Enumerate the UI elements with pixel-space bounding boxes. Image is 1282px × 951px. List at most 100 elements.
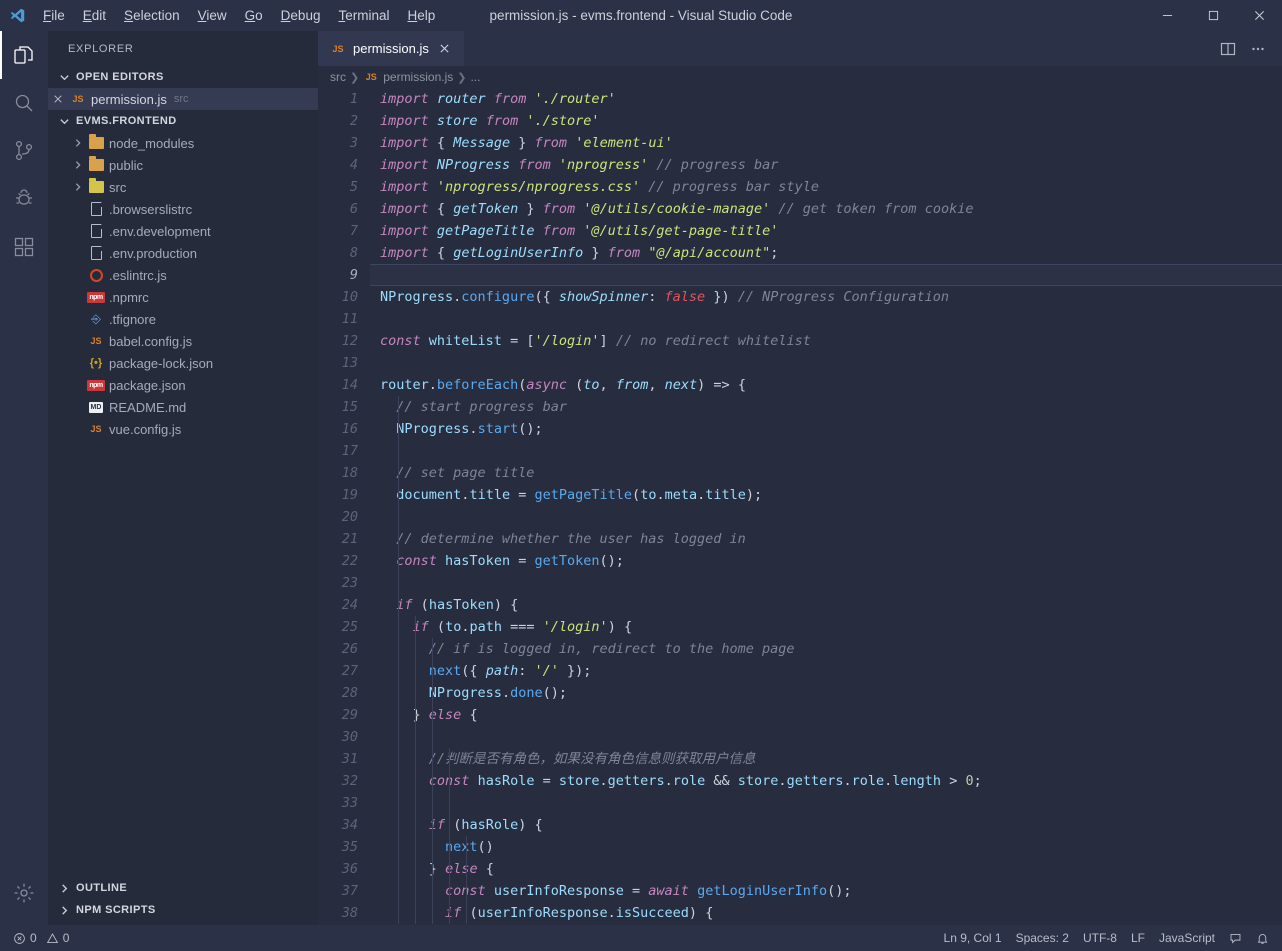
activity-run-debug[interactable] [0,175,48,223]
code-line[interactable]: if (userInfoResponse.isSucceed) { [370,902,1282,924]
tree-file[interactable]: .env.development [48,220,318,242]
section-npm-scripts[interactable]: NPM SCRIPTS [48,899,318,921]
code-line[interactable] [370,264,1282,286]
minimize-button[interactable] [1144,0,1190,31]
code-line[interactable]: import store from './store' [370,110,1282,132]
tree-file[interactable]: npm package.json [48,374,318,396]
line-number: 17 [341,443,358,459]
code-line[interactable] [370,792,1282,814]
code-line[interactable]: //判断是否有角色，如果没有角色信息则获取用户信息 [370,748,1282,770]
menu-terminal[interactable]: Terminal [329,4,398,27]
tree-file[interactable]: npm .npmrc [48,286,318,308]
menu-debug[interactable]: Debug [272,4,330,27]
tree-file[interactable]: .browserslistrc [48,198,318,220]
code-line[interactable]: if (hasRole) { [370,814,1282,836]
code-line[interactable]: document.title = getPageTitle(to.meta.ti… [370,484,1282,506]
code-line[interactable]: // set page title [370,462,1282,484]
breadcrumb-src[interactable]: src [330,70,346,84]
indent-guide [449,748,450,924]
tree-file[interactable]: JS babel.config.js [48,330,318,352]
tree-file[interactable]: MD README.md [48,396,318,418]
status-problems[interactable]: 0 0 [6,925,76,951]
code-line[interactable] [370,440,1282,462]
code-line[interactable]: if (to.path === '/login') { [370,616,1282,638]
code-line[interactable]: // determine whether the user has logged… [370,528,1282,550]
breadcrumb-file[interactable]: permission.js [383,70,453,84]
activity-search[interactable] [0,79,48,127]
status-eol[interactable]: LF [1124,925,1152,951]
breadcrumb-symbols[interactable]: ... [470,70,480,84]
code-line[interactable]: NProgress.configure({ showSpinner: false… [370,286,1282,308]
tree-item-label: .tfignore [109,311,156,327]
tree-item-label: .npmrc [109,289,149,305]
activity-extensions[interactable] [0,223,48,271]
code-line[interactable] [370,308,1282,330]
menu-go[interactable]: Go [236,4,272,27]
tree-item-label: package.json [109,377,186,393]
code-line[interactable]: import router from './router' [370,88,1282,110]
split-editor-icon[interactable] [1214,35,1242,63]
code-line[interactable]: // if is logged in, redirect to the home… [370,638,1282,660]
code-line[interactable]: const hasRole = store.getters.role && st… [370,770,1282,792]
menu-edit[interactable]: Edit [74,4,115,27]
tree-folder[interactable]: node_modules [48,132,318,154]
status-notifications[interactable] [1249,925,1276,951]
code-line[interactable]: const hasToken = getToken(); [370,550,1282,572]
code-content[interactable]: import router from './router' import stor… [370,88,1282,925]
open-editor-item[interactable]: JS permission.js src [48,88,318,110]
code-line[interactable]: import { getLoginUserInfo } from "@/api/… [370,242,1282,264]
tree-file[interactable]: .env.production [48,242,318,264]
tab-permission-js[interactable]: JS permission.js [318,31,464,66]
code-line[interactable]: const whiteList = ['/login'] // no redir… [370,330,1282,352]
status-cursor-position[interactable]: Ln 9, Col 1 [937,925,1009,951]
tree-file[interactable]: JS vue.config.js [48,418,318,440]
code-line[interactable] [370,572,1282,594]
activity-settings[interactable] [0,869,48,917]
section-outline[interactable]: OUTLINE [48,877,318,899]
code-line[interactable]: } else { [370,704,1282,726]
chevron-right-icon: ❯ [457,71,467,84]
code-editor[interactable]: 1 2 3 4 5 6 7 8 9 10 11 12 13 14 15 16 17 18 19 20 21 22 23 24 2… [318,88,1282,925]
code-line[interactable] [370,726,1282,748]
close-button[interactable] [1236,0,1282,31]
code-line[interactable]: if (hasToken) { [370,594,1282,616]
tree-folder[interactable]: public [48,154,318,176]
status-encoding[interactable]: UTF-8 [1076,925,1124,951]
close-icon[interactable] [436,40,454,58]
code-line[interactable]: next({ path: '/' }); [370,660,1282,682]
code-line[interactable]: NProgress.start(); [370,418,1282,440]
code-line[interactable]: import NProgress from 'nprogress' // pro… [370,154,1282,176]
tree-folder[interactable]: src [48,176,318,198]
ellipsis-icon[interactable] [1244,35,1272,63]
menu-view[interactable]: View [189,4,236,27]
code-line[interactable]: router.beforeEach(async (to, from, next)… [370,374,1282,396]
code-line[interactable]: NProgress.done(); [370,682,1282,704]
menu-file[interactable]: File [34,4,74,27]
code-line[interactable]: } else { [370,858,1282,880]
section-open-editors[interactable]: OPEN EDITORS [48,66,318,88]
line-number: 14 [341,377,358,393]
code-line[interactable]: const userInfoResponse = await getLoginU… [370,880,1282,902]
activity-source-control[interactable] [0,127,48,175]
tree-file[interactable]: .eslintrc.js [48,264,318,286]
code-line[interactable] [370,352,1282,374]
close-icon[interactable] [48,94,68,104]
status-indentation[interactable]: Spaces: 2 [1009,925,1076,951]
tree-file[interactable]: {•} package-lock.json [48,352,318,374]
status-language-mode[interactable]: JavaScript [1152,925,1222,951]
code-line[interactable]: import getPageTitle from '@/utils/get-pa… [370,220,1282,242]
maximize-button[interactable] [1190,0,1236,31]
tree-file[interactable]: ⎆ .tfignore [48,308,318,330]
code-line[interactable]: import 'nprogress/nprogress.css' // prog… [370,176,1282,198]
code-line[interactable]: next() [370,836,1282,858]
code-line[interactable]: import { Message } from 'element-ui' [370,132,1282,154]
activity-explorer[interactable] [0,31,48,79]
code-line[interactable]: import { getToken } from '@/utils/cookie… [370,198,1282,220]
code-line[interactable] [370,506,1282,528]
section-label: EVMS.FRONTEND [76,115,177,127]
status-feedback[interactable] [1222,925,1249,951]
menu-selection[interactable]: Selection [115,4,189,27]
code-line[interactable]: // start progress bar [370,396,1282,418]
menu-help[interactable]: Help [398,4,444,27]
section-workspace[interactable]: EVMS.FRONTEND [48,110,318,132]
